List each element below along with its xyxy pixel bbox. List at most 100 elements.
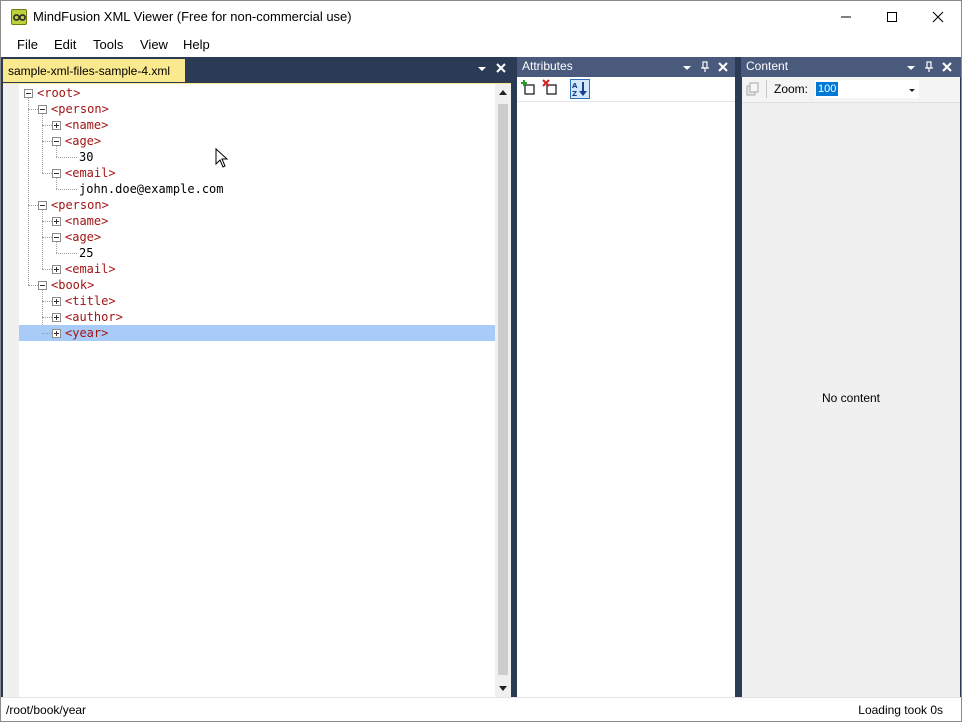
- menu-edit[interactable]: Edit: [54, 37, 76, 52]
- document-tab[interactable]: sample-xml-files-sample-4.xml: [3, 59, 185, 82]
- tree-element-node[interactable]: <email>: [19, 165, 495, 181]
- tree-element-node[interactable]: <book>: [19, 277, 495, 293]
- attributes-menu-icon[interactable]: [681, 61, 693, 73]
- collapse-icon[interactable]: [38, 201, 47, 210]
- tree-node-label: <age>: [65, 230, 102, 244]
- tree-branch-line: [28, 205, 38, 206]
- tree-element-node[interactable]: <name>: [19, 117, 495, 133]
- tree-node-label: <name>: [65, 214, 109, 228]
- tree-branch-line: [56, 157, 77, 158]
- add-attribute-button[interactable]: [520, 79, 540, 99]
- tree-element-node[interactable]: <person>: [19, 197, 495, 213]
- expand-icon[interactable]: [52, 121, 61, 130]
- tree-text-node[interactable]: john.doe@example.com: [19, 181, 495, 197]
- dock-frame: sample-xml-files-sample-4.xml <root> <per…: [1, 57, 961, 697]
- menu-bar: File Edit Tools View Help: [1, 33, 961, 57]
- tree-node-label: <root>: [37, 86, 81, 100]
- tree-node-label: <email>: [65, 166, 116, 180]
- collapse-icon[interactable]: [52, 137, 61, 146]
- tab-close-icon[interactable]: [494, 61, 508, 75]
- expand-icon[interactable]: [52, 217, 61, 226]
- content-pane-header: Content: [741, 57, 961, 77]
- maximize-button[interactable]: [869, 1, 915, 33]
- tree-branch-line: [42, 269, 52, 270]
- menu-view[interactable]: View: [140, 37, 168, 52]
- tree-element-node[interactable]: <root>: [19, 85, 495, 101]
- content-menu-icon[interactable]: [905, 61, 917, 73]
- tree-branch-line: [42, 333, 52, 334]
- tree-branch-line: [42, 301, 52, 302]
- sort-attributes-button[interactable]: AZ: [570, 79, 590, 99]
- expand-icon[interactable]: [52, 313, 61, 322]
- status-path: /root/book/year: [6, 703, 87, 717]
- tree-node-label: <year>: [65, 326, 109, 340]
- collapse-icon[interactable]: [38, 105, 47, 114]
- mouse-cursor-icon: [215, 148, 229, 168]
- zoom-combobox[interactable]: 100: [815, 80, 919, 98]
- content-pin-icon[interactable]: [923, 61, 935, 73]
- zoom-label: Zoom:: [774, 82, 809, 96]
- content-pane-title: Content: [746, 59, 789, 73]
- remove-attribute-button[interactable]: [542, 79, 562, 99]
- content-toolbar: Zoom: 100: [742, 77, 960, 103]
- tree-text-node[interactable]: 25: [19, 245, 495, 261]
- copy-icon[interactable]: [746, 82, 760, 96]
- tree-branch-line: [42, 237, 52, 238]
- content-area: No content: [742, 103, 960, 697]
- tree-element-node[interactable]: <name>: [19, 213, 495, 229]
- status-message: Loading took 0s: [858, 703, 943, 717]
- document-gutter: [3, 84, 19, 697]
- expand-icon[interactable]: [52, 265, 61, 274]
- attributes-close-icon[interactable]: [717, 61, 729, 73]
- tree-element-node[interactable]: <email>: [19, 261, 495, 277]
- menu-help[interactable]: Help: [183, 37, 210, 52]
- tree-node-label: <age>: [65, 134, 102, 148]
- add-attribute-icon: [521, 80, 535, 95]
- sort-az-icon: AZ: [572, 82, 587, 98]
- xml-tree[interactable]: <root> <person> <name> <age> 30 <email> john.d…: [19, 84, 495, 697]
- attributes-pane-header: Attributes: [517, 57, 735, 77]
- app-window: MindFusion XML Viewer (Free for non-comm…: [0, 0, 962, 722]
- tree-element-node[interactable]: <author>: [19, 309, 495, 325]
- title-bar: MindFusion XML Viewer (Free for non-comm…: [1, 1, 961, 33]
- tree-branch-line: [42, 125, 52, 126]
- menu-tools[interactable]: Tools: [93, 37, 123, 52]
- tree-branch-line: [42, 141, 52, 142]
- chevron-down-icon[interactable]: [907, 85, 917, 95]
- collapse-icon[interactable]: [24, 89, 33, 98]
- tree-text-node[interactable]: 30: [19, 149, 495, 165]
- attributes-pin-icon[interactable]: [699, 61, 711, 73]
- content-close-icon[interactable]: [941, 61, 953, 73]
- scrollbar-thumb[interactable]: [498, 104, 508, 675]
- collapse-icon[interactable]: [38, 281, 47, 290]
- tree-branch-line: [56, 189, 77, 190]
- tree-element-node[interactable]: <age>: [19, 229, 495, 245]
- tree-node-label: 25: [79, 246, 94, 260]
- remove-attribute-icon: [542, 79, 557, 95]
- collapse-icon[interactable]: [52, 233, 61, 242]
- tab-menu-icon[interactable]: [476, 63, 488, 75]
- scroll-up-icon[interactable]: [498, 88, 508, 98]
- tree-element-node[interactable]: <title>: [19, 293, 495, 309]
- zoom-value[interactable]: 100: [816, 82, 839, 96]
- menu-file[interactable]: File: [17, 37, 38, 52]
- toolbar-separator: [766, 80, 767, 98]
- vertical-scrollbar[interactable]: [495, 84, 511, 697]
- content-pane-body: Zoom: 100 No content: [742, 77, 960, 697]
- minimize-button[interactable]: [823, 1, 869, 33]
- tree-element-node[interactable]: <age>: [19, 133, 495, 149]
- tree-element-node[interactable]: <person>: [19, 101, 495, 117]
- tree-node-label: <book>: [51, 278, 95, 292]
- expand-icon[interactable]: [52, 329, 61, 338]
- tree-node-label: john.doe@example.com: [79, 182, 224, 196]
- close-window-button[interactable]: [915, 1, 961, 33]
- attributes-toolbar: AZ: [517, 77, 735, 102]
- scroll-down-icon[interactable]: [498, 683, 508, 693]
- collapse-icon[interactable]: [52, 169, 61, 178]
- tree-element-node[interactable]: <year>: [19, 325, 495, 341]
- expand-icon[interactable]: [52, 297, 61, 306]
- svg-text:A: A: [572, 82, 578, 90]
- document-body: <root> <person> <name> <age> 30 <email> john.d…: [3, 83, 511, 697]
- no-content-message: No content: [821, 391, 881, 405]
- tree-node-label: <person>: [51, 102, 109, 116]
